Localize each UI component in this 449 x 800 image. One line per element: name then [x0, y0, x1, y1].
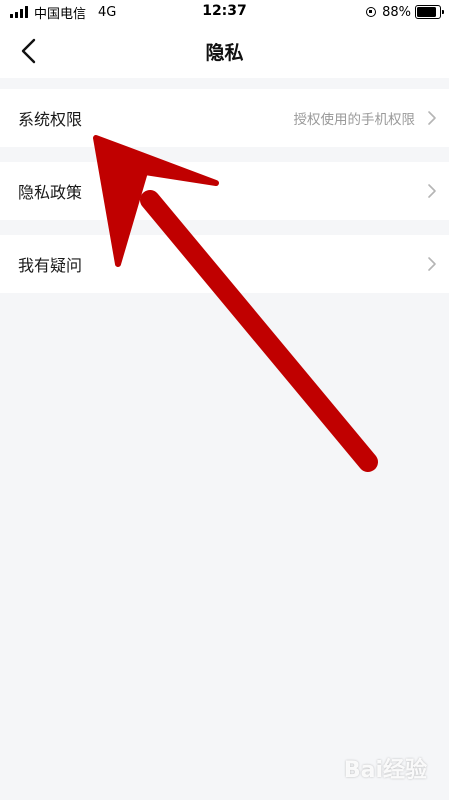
battery-percent: 88%	[382, 4, 411, 20]
orientation-lock-icon	[366, 7, 377, 17]
status-bar: 中国电信 4G 12:37 88%	[0, 0, 449, 24]
list-item-description: 授权使用的手机权限	[293, 112, 416, 128]
status-right: 88%	[366, 4, 444, 20]
list-item-label: 系统权限	[18, 110, 83, 129]
chevron-right-icon	[428, 257, 436, 271]
list-item-questions[interactable]: 我有疑问	[0, 235, 449, 293]
list-item-privacy-policy[interactable]: 隐私政策	[0, 162, 449, 220]
list-item-system-permissions[interactable]: 系统权限 授权使用的手机权限	[0, 89, 449, 147]
chevron-right-icon	[428, 111, 436, 125]
page-title: 隐私	[205, 42, 244, 64]
list-item-label: 我有疑问	[18, 256, 83, 275]
chevron-right-icon	[428, 184, 436, 198]
nav-bar: 隐私	[0, 24, 449, 78]
watermark: Bai经验	[343, 758, 427, 783]
battery-icon	[415, 5, 444, 19]
list-item-label: 隐私政策	[18, 183, 83, 202]
